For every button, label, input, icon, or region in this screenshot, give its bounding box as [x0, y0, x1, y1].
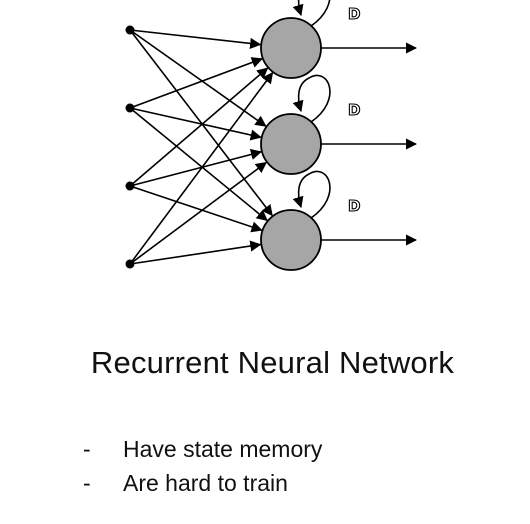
recurrent-loop [292, 170, 331, 219]
neurons: D D D [260, 0, 418, 271]
neuron-node [260, 113, 322, 175]
delay-label: D [348, 5, 360, 23]
connection-arrow [129, 107, 268, 222]
neuron-unit: D [260, 170, 418, 271]
connection-arrow [129, 161, 268, 265]
input-node [125, 181, 135, 191]
inputs [125, 25, 135, 269]
input-node [125, 103, 135, 113]
input-node [125, 259, 135, 269]
input-node [125, 25, 135, 35]
connection-arrow [129, 29, 262, 50]
delay-label: D [348, 101, 360, 119]
neuron-node [260, 209, 322, 271]
bullet-text: Are hard to train [123, 470, 288, 496]
connection-arrow [129, 107, 262, 141]
connection-arrow [129, 185, 263, 233]
diagram-title: Recurrent Neural Network [90, 345, 455, 380]
bullet-marker: - [83, 436, 91, 462]
recurrent-loop [292, 74, 331, 123]
connections [129, 29, 274, 265]
neuron-node [260, 17, 322, 79]
connection-arrow [129, 57, 264, 109]
list-item: - Are hard to train [83, 466, 322, 500]
bullet-marker: - [83, 470, 91, 496]
bullet-list: - Have state memory - Are hard to train [83, 432, 322, 500]
connection-arrow [129, 29, 267, 127]
connection-arrow [129, 240, 262, 265]
list-item: - Have state memory [83, 432, 322, 466]
rnn-diagram: D D D [125, 0, 418, 271]
connection-arrow [129, 29, 273, 217]
bullet-text: Have state memory [123, 436, 323, 462]
delay-label: D [348, 197, 360, 215]
neuron-unit: D [260, 0, 418, 79]
neuron-unit: D [260, 74, 418, 175]
